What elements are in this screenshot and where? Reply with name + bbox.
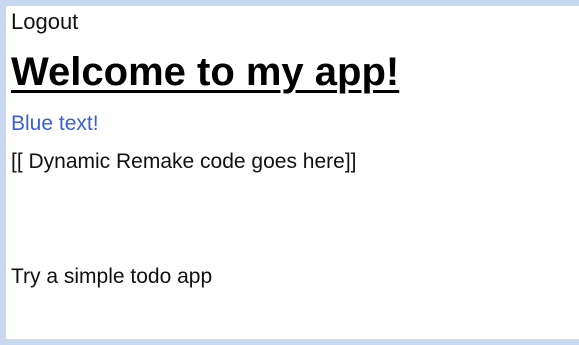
todo-app-link[interactable]: Try a simple todo app — [11, 264, 212, 290]
blue-text: Blue text! — [11, 112, 99, 135]
app-window: Logout Welcome to my app! Blue text! [[ … — [6, 6, 579, 339]
page-title: Welcome to my app! — [11, 50, 400, 94]
logout-link[interactable]: Logout — [11, 9, 78, 35]
dynamic-code-placeholder: [[ Dynamic Remake code goes here]] — [11, 150, 357, 173]
